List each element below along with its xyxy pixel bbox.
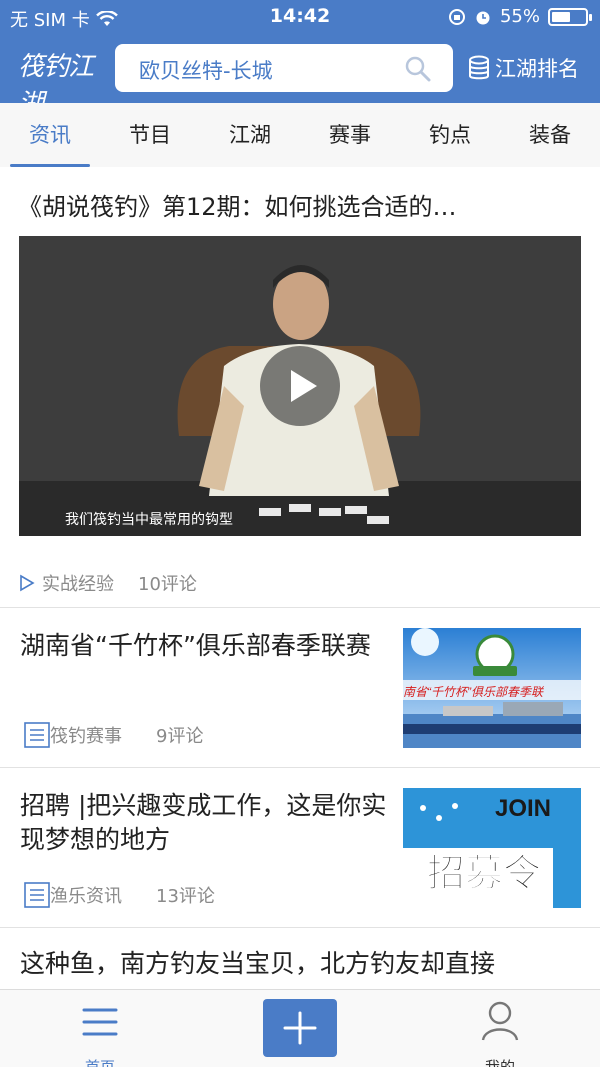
search-icon[interactable]: [405, 56, 431, 82]
tab-jianghu[interactable]: 江湖: [210, 119, 290, 149]
ranking-label: 江湖排名: [495, 57, 579, 81]
banner-text: 南省“千竹杯”俱乐部春季联: [403, 685, 545, 699]
alarm-icon: [476, 11, 490, 24]
article-meta: 筏钓赛事 9评论: [24, 722, 203, 748]
battery-level: [552, 11, 570, 22]
play-outline-icon: [20, 574, 35, 592]
tab-news[interactable]: 资讯: [10, 119, 90, 149]
tab-fishing-spots[interactable]: 钓点: [410, 119, 490, 149]
status-right: 55%: [448, 6, 592, 27]
search-input[interactable]: 欧贝丝特-长城: [115, 44, 453, 92]
poster-main-text: 招募令: [427, 851, 542, 895]
nav-home[interactable]: 首页: [60, 1000, 140, 1067]
article-comments: 9评论: [156, 726, 204, 747]
home-menu-icon: [82, 1008, 118, 1036]
orientation-lock-icon: [448, 8, 465, 25]
video-tag[interactable]: 实战经验: [42, 570, 114, 596]
article-thumbnail: JOIN 招募令: [403, 788, 581, 908]
tab-gear[interactable]: 装备: [510, 119, 590, 149]
article-tag[interactable]: 筏钓赛事: [50, 722, 122, 748]
status-bar: 无 SIM 卡 14:42 55%: [0, 0, 600, 34]
article-meta: 渔乐资讯 13评论: [24, 882, 215, 908]
event-banner-image: 南省“千竹杯”俱乐部春季联: [403, 628, 581, 748]
article-list-icon: [24, 882, 50, 908]
video-title: 《胡说筏钓》第12期：如何挑选合适的…: [18, 193, 457, 221]
article-thumbnail: 南省“千竹杯”俱乐部春季联: [403, 628, 581, 748]
app-logo[interactable]: 筏钓江湖: [18, 46, 102, 119]
article-title: 这种鱼，南方钓友当宝贝，北方钓友却直接: [20, 949, 496, 978]
article-title: 招聘 |把兴趣变成工作，这是你实现梦想的地方: [20, 791, 387, 854]
news-feed: 《胡说筏钓》第12期：如何挑选合适的… 我们筏钓当中最常用的钩型 实战经验 10…: [0, 167, 600, 989]
search-text: 欧贝丝特-长城: [139, 59, 273, 83]
video-comments: 10评论: [138, 574, 197, 595]
nav-profile-label: 我的: [484, 1058, 515, 1067]
nav-profile[interactable]: 我的: [460, 1000, 540, 1067]
video-player[interactable]: 我们筏钓当中最常用的钩型: [19, 236, 581, 536]
article-title: 湖南省“千竹杯”俱乐部春季联赛: [20, 631, 371, 660]
video-meta: 实战经验 10评论: [18, 570, 197, 596]
add-post-button[interactable]: [263, 999, 337, 1057]
battery-percent: 55%: [499, 6, 540, 27]
divider: [0, 767, 600, 768]
divider: [0, 607, 600, 608]
plus-icon: [283, 1011, 317, 1045]
ranking-icon: [469, 55, 489, 80]
article-list-icon: [24, 722, 50, 748]
recruitment-poster-image: JOIN 招募令: [403, 788, 581, 908]
article-tag[interactable]: 渔乐资讯: [50, 882, 122, 908]
video-subtitle: 我们筏钓当中最常用的钩型: [65, 512, 233, 528]
article-comments: 13评论: [156, 886, 215, 907]
play-button[interactable]: [260, 346, 340, 426]
ranking-button[interactable]: 江湖排名: [467, 51, 579, 85]
divider: [0, 927, 600, 928]
bottom-navigation: 首页 我的: [0, 989, 600, 1067]
poster-join-text: JOIN: [495, 795, 551, 822]
app-header: 无 SIM 卡 14:42 55% 筏钓江湖: [0, 0, 600, 119]
search-row: 筏钓江湖 欧贝丝特-长城 江湖排名: [0, 36, 600, 119]
tab-events[interactable]: 赛事: [310, 119, 390, 149]
battery-icon: [548, 7, 592, 26]
user-icon: [481, 1001, 519, 1041]
category-tabs: 资讯 节目 江湖 赛事 钓点 装备: [0, 103, 600, 167]
nav-home-label: 首页: [84, 1058, 115, 1067]
tab-programs[interactable]: 节目: [110, 119, 190, 149]
